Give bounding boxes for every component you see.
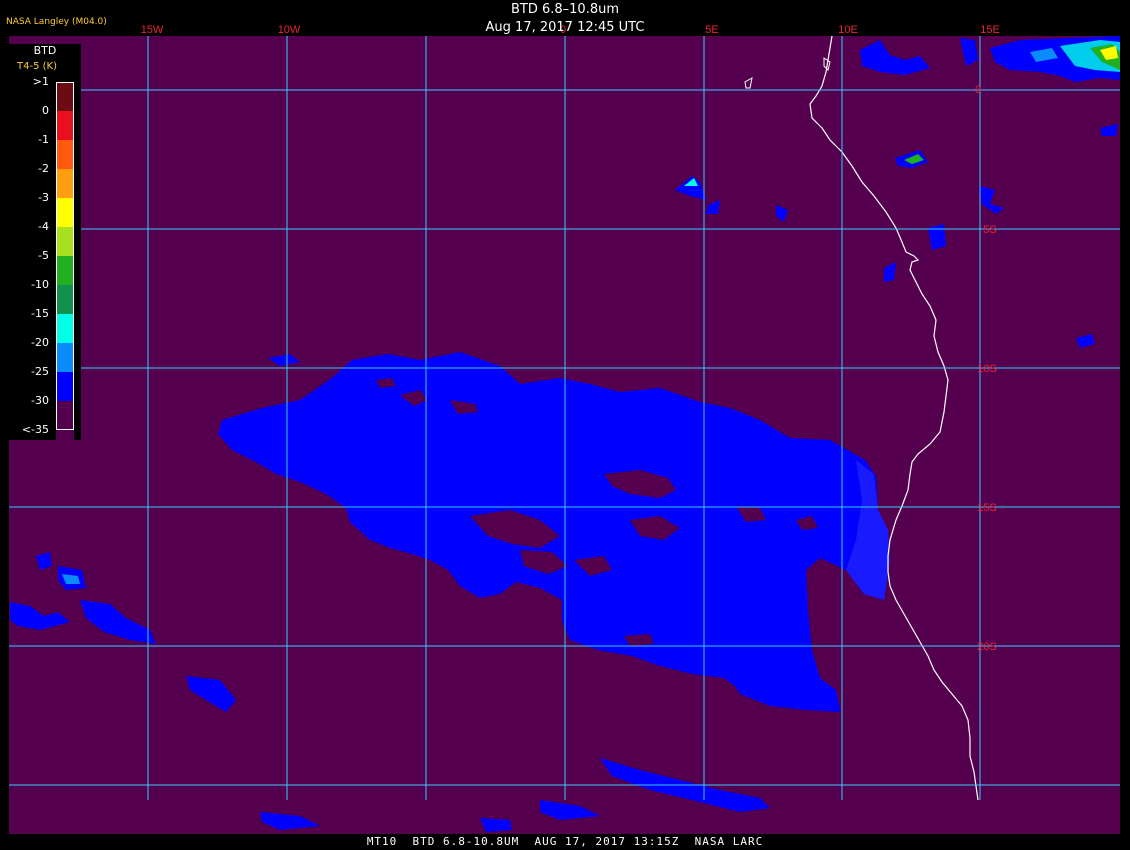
product-title: BTD 6.8–10.8um bbox=[510, 2, 620, 17]
legend-label: -10 bbox=[31, 278, 49, 291]
legend-label: >1 bbox=[32, 75, 49, 88]
legend-label: -2 bbox=[38, 162, 49, 175]
lat-label-20s: 20S bbox=[977, 641, 997, 653]
satellite-map[interactable]: 15W 10W 0 5E 10E 15E 0 5S 10S 15S 20S bbox=[0, 0, 1130, 850]
legend-label: 0 bbox=[42, 104, 49, 117]
legend-title: BTD bbox=[33, 44, 57, 57]
credit-label: NASA Langley (M04.0) bbox=[6, 17, 107, 27]
color-legend: BTD T4-5 (K) >1 0 -1 -2 -3 -4 -5 -10 -15 -20 -25 -3… bbox=[9, 44, 81, 459]
lat-label-10s: 10S bbox=[977, 363, 997, 375]
image-datetime: Aug 17, 2017 12:45 UTC bbox=[485, 20, 645, 35]
legend-label: <-35 bbox=[21, 423, 49, 436]
legend-label: -4 bbox=[38, 220, 49, 233]
legend-color-bar bbox=[56, 82, 74, 430]
lat-label-0: 0 bbox=[975, 84, 981, 96]
lat-label-5s: 5S bbox=[983, 224, 996, 236]
lat-label-15s: 15S bbox=[977, 502, 997, 514]
legend-label: -5 bbox=[38, 249, 49, 262]
footer-caption: MT10 BTD 6.8-10.8UM AUG 17, 2017 13:15Z … bbox=[366, 835, 764, 848]
legend-units: T4-5 (K) bbox=[17, 61, 57, 72]
legend-label: -25 bbox=[31, 365, 49, 378]
legend-label: -15 bbox=[31, 307, 49, 320]
legend-label: -20 bbox=[31, 336, 49, 349]
legend-label: -30 bbox=[31, 394, 49, 407]
legend-swatch bbox=[56, 430, 74, 459]
legend-label: -3 bbox=[38, 191, 49, 204]
legend-label: -1 bbox=[38, 133, 49, 146]
